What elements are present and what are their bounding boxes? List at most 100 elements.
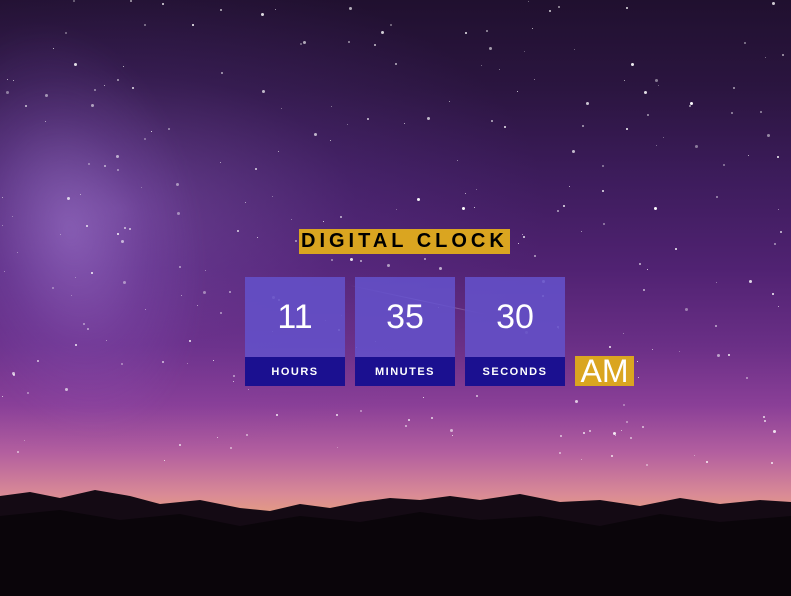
star [220,162,222,164]
star [655,79,659,83]
hours-label: HOURS [245,357,345,386]
star [303,40,307,44]
star [163,460,165,462]
hours-unit: 11 HOURS [245,277,345,386]
star [449,101,451,103]
star [524,51,526,53]
star [637,376,639,378]
star [394,62,397,65]
star [722,164,725,167]
star [36,360,39,363]
star [245,202,247,204]
star [678,351,680,353]
star [128,227,131,230]
star [16,252,18,254]
star [763,416,765,419]
star [772,2,776,6]
star [122,281,126,285]
star [313,133,317,137]
star [715,195,718,198]
star [144,24,147,27]
star [714,324,717,327]
clock-title: DIGITAL CLOCK [299,229,510,254]
star [765,56,767,58]
star [280,108,282,110]
star [60,234,62,236]
star [602,164,605,167]
star [65,32,68,35]
star [689,104,692,107]
star [2,395,4,397]
star [658,85,660,87]
star [278,150,280,152]
seconds-label: SECONDS [465,357,565,386]
star [647,114,650,117]
star [23,440,25,442]
star [694,144,698,148]
star [330,258,333,261]
star [105,340,107,342]
star [782,53,785,56]
star [730,112,733,115]
star [230,446,233,449]
star [717,354,721,358]
star [348,40,351,43]
star [381,31,385,35]
star [2,225,4,227]
star [430,417,433,420]
star [580,459,582,461]
star [86,327,89,330]
star [574,400,578,403]
star [121,363,124,366]
star [120,239,124,243]
star [150,130,152,132]
star [204,270,206,272]
star [405,425,408,428]
star [256,237,258,239]
star [611,454,614,457]
star [88,163,91,166]
star [748,279,752,283]
star [359,260,362,263]
star [646,463,649,466]
star [82,323,85,325]
star [644,91,648,95]
star [557,6,560,9]
star [348,6,352,10]
star [260,12,264,16]
star [662,137,664,139]
star [271,196,273,198]
star [12,374,15,377]
star [581,231,583,233]
star [534,79,536,81]
star [727,354,730,357]
star [630,437,633,440]
seconds-value: 30 [465,277,565,357]
star [104,164,106,167]
star [760,110,763,113]
star [261,89,265,93]
star [586,102,590,106]
star [45,94,49,98]
star [622,404,625,407]
star [475,394,478,397]
star [228,291,231,294]
star [323,220,325,222]
star [517,243,519,245]
star [74,277,76,279]
star [767,134,771,138]
star [416,198,420,202]
star [646,268,648,270]
minutes-label: MINUTES [355,357,455,386]
star [12,216,14,218]
star [217,437,219,439]
star [559,451,562,454]
star [291,219,293,221]
star [404,123,406,125]
star [612,432,616,436]
star [335,414,338,417]
star [117,78,120,81]
star [651,349,653,351]
star [654,206,658,210]
star [602,189,605,192]
